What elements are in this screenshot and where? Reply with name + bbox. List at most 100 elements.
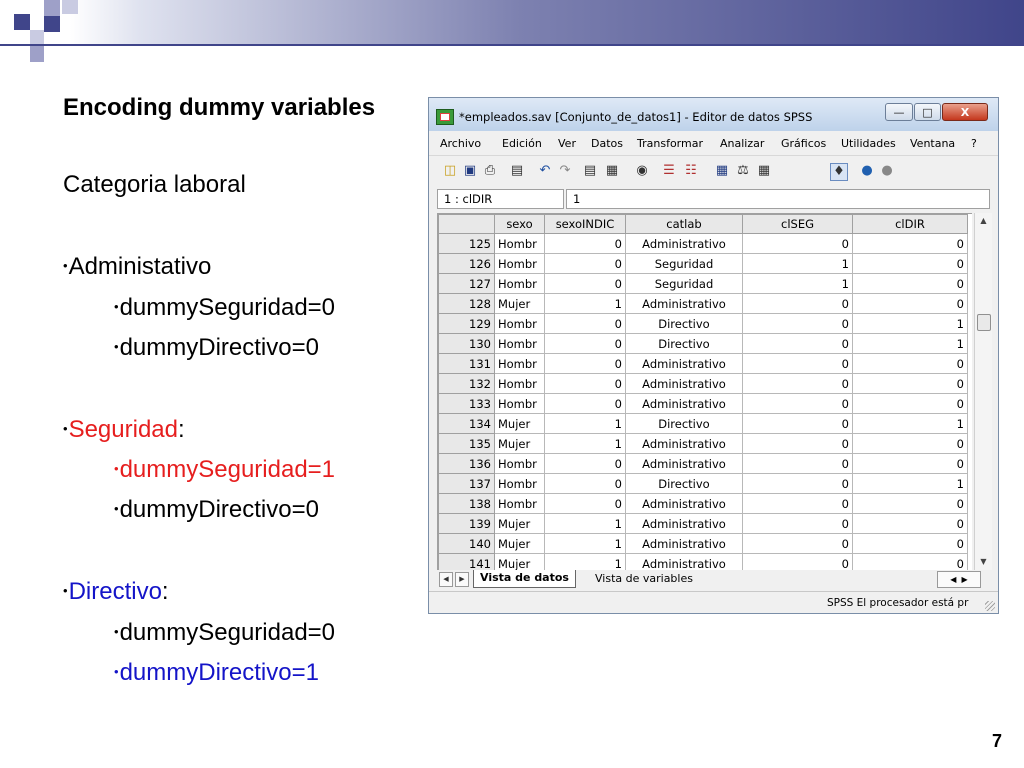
- menu-datos[interactable]: Datos: [591, 137, 623, 150]
- cell-clseg[interactable]: 1: [742, 253, 853, 274]
- cell-sexoindic[interactable]: 0: [544, 233, 626, 254]
- cell-sexoindic[interactable]: 1: [544, 533, 626, 554]
- cell-catlab[interactable]: Administrativo: [625, 533, 743, 554]
- cell-clseg[interactable]: 0: [742, 553, 853, 571]
- cell-catlab[interactable]: Administrativo: [625, 373, 743, 394]
- row-number[interactable]: 126: [438, 253, 495, 274]
- horizontal-scroll-arrows[interactable]: ◀ ▶: [937, 571, 981, 588]
- cell-sexoindic[interactable]: 1: [544, 293, 626, 314]
- dialog-recall-icon[interactable]: ▤: [509, 163, 525, 179]
- cell-cldir[interactable]: 1: [852, 413, 968, 434]
- cell-sexoindic[interactable]: 0: [544, 493, 626, 514]
- column-header[interactable]: clSEG: [742, 214, 853, 234]
- cell-sexoindic[interactable]: 1: [544, 513, 626, 534]
- cell-sexoindic[interactable]: 0: [544, 473, 626, 494]
- cell-sexo[interactable]: Hombr: [494, 473, 545, 494]
- cell-catlab[interactable]: Administrativo: [625, 233, 743, 254]
- cell-catlab[interactable]: Directivo: [625, 413, 743, 434]
- vertical-scrollbar[interactable]: ▲ ▼: [974, 213, 992, 570]
- scroll-thumb[interactable]: [977, 314, 991, 331]
- tab-variable-view[interactable]: Vista de variables: [587, 571, 701, 587]
- cell-cldir[interactable]: 0: [852, 433, 968, 454]
- cell-clseg[interactable]: 0: [742, 433, 853, 454]
- cell-cldir[interactable]: 0: [852, 233, 968, 254]
- cell-sexoindic[interactable]: 0: [544, 453, 626, 474]
- column-header[interactable]: catlab: [625, 214, 743, 234]
- cell-catlab[interactable]: Seguridad: [625, 253, 743, 274]
- scroll-up-arrow[interactable]: ▲: [975, 213, 992, 229]
- use-sets-icon[interactable]: ●: [859, 163, 875, 179]
- table-row[interactable]: 136 Hombr 0 Administrativo 0 0: [438, 453, 968, 474]
- show-all-icon[interactable]: ●: [879, 163, 895, 179]
- table-row[interactable]: 133 Hombr 0 Administrativo 0 0: [438, 393, 968, 414]
- close-button[interactable]: X: [942, 103, 988, 121]
- cell-catlab[interactable]: Administrativo: [625, 513, 743, 534]
- redo-icon[interactable]: ↷: [557, 163, 573, 179]
- tab-scroll-left[interactable]: ◀: [439, 572, 453, 587]
- find-icon[interactable]: ◉: [634, 163, 650, 179]
- cell-cldir[interactable]: 0: [852, 273, 968, 294]
- row-number[interactable]: 135: [438, 433, 495, 454]
- table-row[interactable]: 128 Mujer 1 Administrativo 0 0: [438, 293, 968, 314]
- cell-catlab[interactable]: Administrativo: [625, 433, 743, 454]
- cell-sexoindic[interactable]: 1: [544, 553, 626, 571]
- cell-cldir[interactable]: 0: [852, 293, 968, 314]
- column-header[interactable]: clDIR: [852, 214, 968, 234]
- menu-utilidades[interactable]: Utilidades: [841, 137, 896, 150]
- resize-grip-icon[interactable]: [985, 601, 995, 611]
- tab-data-view[interactable]: Vista de datos: [473, 570, 576, 588]
- cell-clseg[interactable]: 0: [742, 533, 853, 554]
- table-row[interactable]: 138 Hombr 0 Administrativo 0 0: [438, 493, 968, 514]
- menu-transformar[interactable]: Transformar: [637, 137, 703, 150]
- cell-sexo[interactable]: Hombr: [494, 393, 545, 414]
- cell-sexoindic[interactable]: 0: [544, 373, 626, 394]
- cell-catlab[interactable]: Directivo: [625, 333, 743, 354]
- table-row[interactable]: 134 Mujer 1 Directivo 0 1: [438, 413, 968, 434]
- variables-icon[interactable]: ▦: [604, 163, 620, 179]
- row-number[interactable]: 133: [438, 393, 495, 414]
- weight-cases-icon[interactable]: ⚖: [735, 163, 751, 179]
- goto-case-icon[interactable]: ▤: [582, 163, 598, 179]
- cell-clseg[interactable]: 0: [742, 493, 853, 514]
- table-row[interactable]: 125 Hombr 0 Administrativo 0 0: [438, 233, 968, 254]
- table-row[interactable]: 139 Mujer 1 Administrativo 0 0: [438, 513, 968, 534]
- cell-sexo[interactable]: Hombr: [494, 333, 545, 354]
- cell-catlab[interactable]: Administrativo: [625, 393, 743, 414]
- split-file-icon[interactable]: ▦: [714, 163, 730, 179]
- tab-scroll-right[interactable]: ▶: [455, 572, 469, 587]
- table-row[interactable]: 129 Hombr 0 Directivo 0 1: [438, 313, 968, 334]
- row-number[interactable]: 141: [438, 553, 495, 571]
- cell-sexo[interactable]: Hombr: [494, 373, 545, 394]
- cell-sexo[interactable]: Mujer: [494, 513, 545, 534]
- cell-clseg[interactable]: 1: [742, 273, 853, 294]
- row-number[interactable]: 140: [438, 533, 495, 554]
- cell-catlab[interactable]: Seguridad: [625, 273, 743, 294]
- maximize-button[interactable]: □: [914, 103, 941, 121]
- corner-header[interactable]: [438, 214, 495, 234]
- data-grid[interactable]: sexo sexoINDIC catlab clSEG clDIR 125 Hom…: [437, 213, 972, 571]
- cell-cldir[interactable]: 0: [852, 393, 968, 414]
- cell-sexo[interactable]: Hombr: [494, 273, 545, 294]
- window-titlebar[interactable]: *empleados.sav [Conjunto_de_datos1] - Ed…: [429, 98, 998, 131]
- cell-sexo[interactable]: Mujer: [494, 293, 545, 314]
- cell-sexo[interactable]: Hombr: [494, 253, 545, 274]
- menu-ver[interactable]: Ver: [558, 137, 576, 150]
- table-row[interactable]: 137 Hombr 0 Directivo 0 1: [438, 473, 968, 494]
- cell-cldir[interactable]: 0: [852, 533, 968, 554]
- row-number[interactable]: 132: [438, 373, 495, 394]
- row-number[interactable]: 137: [438, 473, 495, 494]
- cell-clseg[interactable]: 0: [742, 473, 853, 494]
- menu-archivo[interactable]: Archivo: [440, 137, 481, 150]
- row-number[interactable]: 128: [438, 293, 495, 314]
- cell-clseg[interactable]: 0: [742, 453, 853, 474]
- cell-clseg[interactable]: 0: [742, 293, 853, 314]
- scroll-down-arrow[interactable]: ▼: [975, 554, 992, 570]
- cell-cldir[interactable]: 1: [852, 313, 968, 334]
- cell-cldir[interactable]: 0: [852, 513, 968, 534]
- cell-sexo[interactable]: Hombr: [494, 493, 545, 514]
- cell-cldir[interactable]: 0: [852, 453, 968, 474]
- cell-sexo[interactable]: Hombr: [494, 353, 545, 374]
- column-header[interactable]: sexoINDIC: [544, 214, 626, 234]
- menu-help[interactable]: ?: [971, 137, 977, 150]
- row-number[interactable]: 138: [438, 493, 495, 514]
